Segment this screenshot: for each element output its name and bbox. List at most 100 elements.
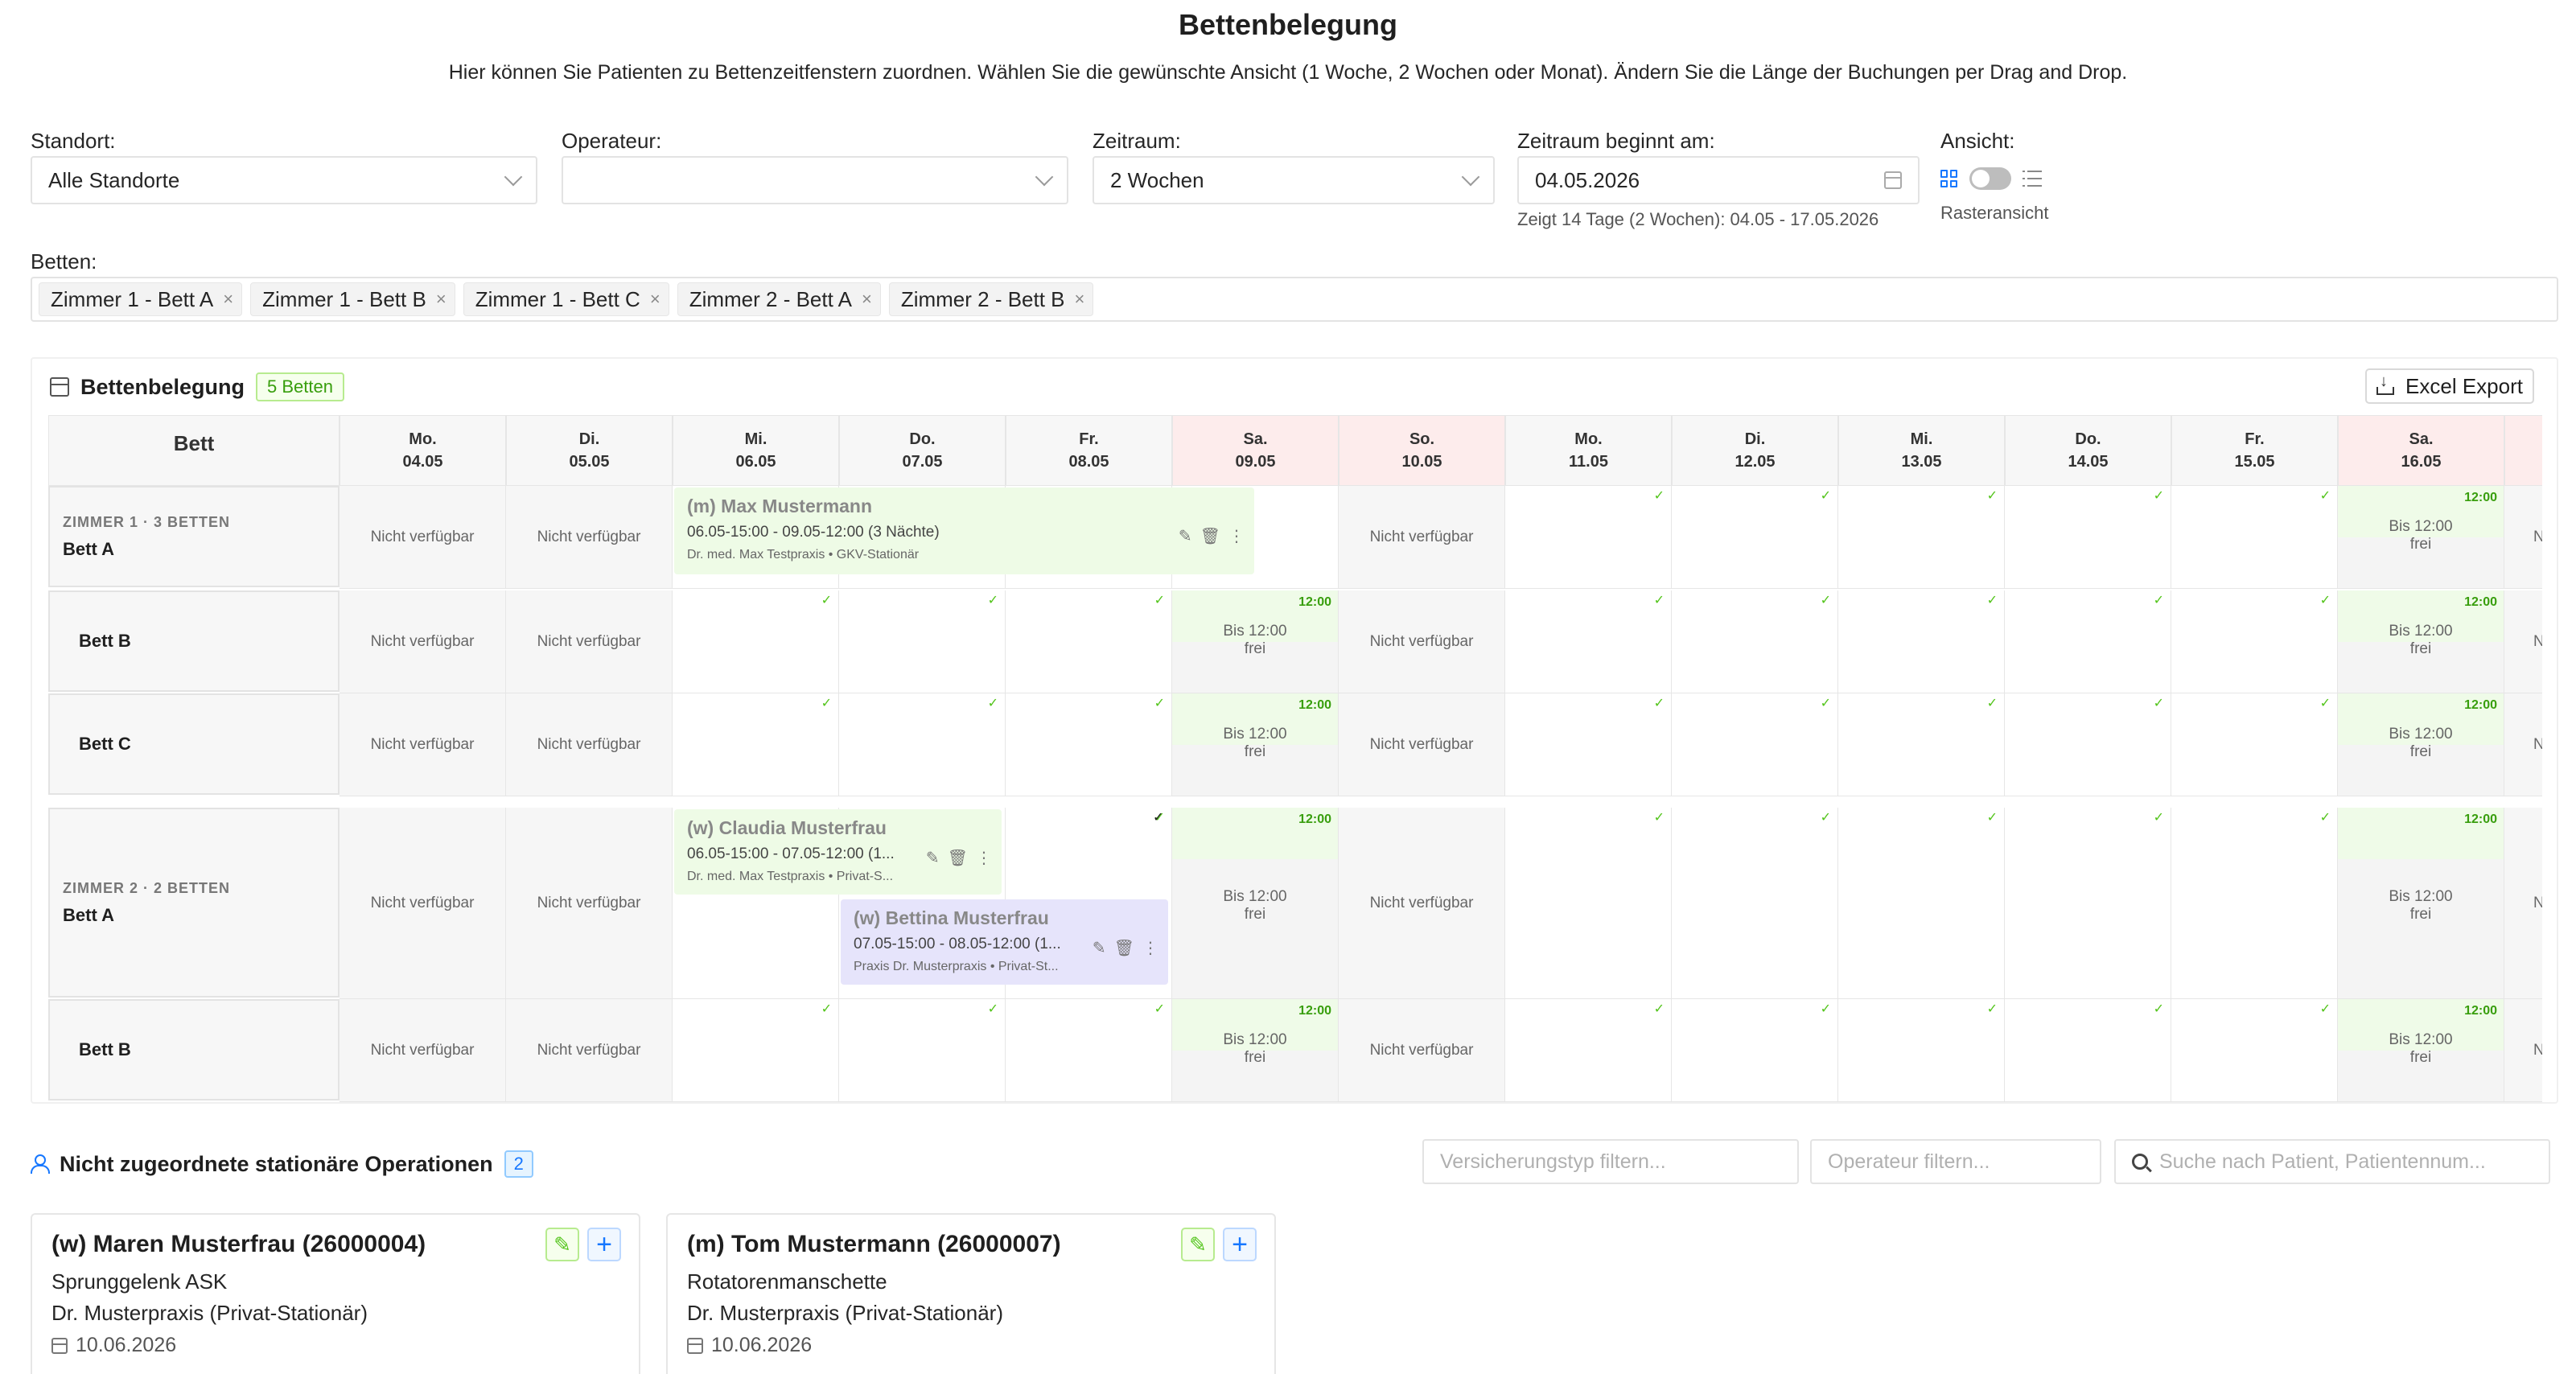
check-icon: ✓ <box>1153 811 1164 825</box>
free-slot[interactable]: ✓ <box>1838 693 2005 796</box>
edit-button[interactable]: ✎ <box>1181 1228 1215 1261</box>
standort-select[interactable]: Alle Standorte <box>31 156 537 204</box>
free-slot[interactable]: ✓ <box>673 693 839 796</box>
free-slot[interactable]: ✓ <box>1672 486 1838 589</box>
trash-icon[interactable]: 🗑 <box>1114 938 1134 958</box>
free-slot[interactable]: ✓ <box>1006 590 1172 693</box>
free-slot[interactable]: ✓ <box>1006 693 1172 796</box>
time-label: 12:00 <box>2464 812 2497 826</box>
free-slot[interactable]: ✓ <box>2005 693 2171 796</box>
operator-filter-input[interactable]: Operateur filtern... <box>1810 1139 2101 1184</box>
free-slot[interactable]: ✓ <box>1838 486 2005 589</box>
free-slot[interactable]: ✓ <box>1006 999 1172 1102</box>
trash-icon[interactable]: 🗑 <box>948 848 968 868</box>
close-icon[interactable]: × <box>223 289 233 310</box>
unavailable-slot: N <box>2504 590 2542 693</box>
add-button[interactable]: + <box>587 1228 621 1261</box>
free-slot[interactable]: ✓ <box>839 590 1006 693</box>
half-free-slot[interactable]: 12:00 Bis 12:00 frei <box>2338 486 2504 589</box>
free-slot[interactable]: ✓ <box>1672 693 1838 796</box>
free-label: frei <box>1244 1049 1266 1066</box>
edit-icon: ✎ <box>1189 1232 1207 1257</box>
free-slot[interactable]: ✓ <box>1672 590 1838 693</box>
excel-export-button[interactable]: Excel Export <box>2365 368 2534 404</box>
plus-icon: + <box>596 1228 612 1260</box>
free-slot[interactable]: ✓ <box>2005 808 2171 999</box>
time-label: 12:00 <box>1298 698 1331 712</box>
bed-row-label: Bett B <box>48 999 339 1100</box>
free-slot[interactable]: ✓ <box>2171 999 2338 1102</box>
check-icon: ✓ <box>1986 697 1998 710</box>
operateur-label: Operateur: <box>562 129 662 153</box>
unavailable-slot: Nicht verfügbar <box>1339 486 1505 589</box>
free-slot[interactable]: ✓ <box>2005 999 2171 1102</box>
chevron-down-icon <box>504 167 523 187</box>
edit-icon[interactable]: ✎ <box>1093 938 1106 958</box>
half-free-slot[interactable]: 12:00 Bis 12:00 frei <box>1172 999 1339 1102</box>
free-slot[interactable]: ✓ <box>2005 486 2171 589</box>
more-icon[interactable]: ⋮ <box>976 848 992 868</box>
list-view-icon[interactable] <box>2023 171 2042 187</box>
close-icon[interactable]: × <box>650 289 660 310</box>
booking-card[interactable]: (w) Bettina Musterfrau 07.05-15:00 - 08.0… <box>841 899 1168 985</box>
booking-card[interactable]: (w) Claudia Musterfrau 06.05-15:00 - 07.0… <box>674 809 1002 895</box>
free-slot[interactable]: ✓ <box>1838 999 2005 1102</box>
add-button[interactable]: + <box>1223 1228 1257 1261</box>
free-slot[interactable]: ✓ <box>839 693 1006 796</box>
close-icon[interactable]: × <box>862 289 872 310</box>
more-icon[interactable]: ⋮ <box>1228 526 1245 546</box>
patient-search-input[interactable]: Suche nach Patient, Patientennum... <box>2114 1139 2550 1184</box>
free-slot[interactable]: ✓ <box>1505 808 1672 999</box>
close-icon[interactable]: × <box>1075 289 1085 310</box>
half-free-slot[interactable]: 12:00 Bis 12:00 frei <box>2338 693 2504 796</box>
free-slot[interactable]: ✓ <box>2171 693 2338 796</box>
half-free-slot[interactable]: 12:00 Bis 12:00 frei <box>2338 808 2504 999</box>
beginn-date-picker[interactable]: 04.05.2026 <box>1517 156 1920 204</box>
free-slot[interactable]: ✓ <box>1672 999 1838 1102</box>
free-slot[interactable]: ✓ <box>1672 808 1838 999</box>
day-header-date: 06.05 <box>735 453 776 471</box>
free-slot[interactable]: ✓ <box>673 999 839 1102</box>
plus-icon: + <box>1232 1228 1248 1260</box>
half-free-slot[interactable]: 12:00 Bis 12:00 frei <box>2338 590 2504 693</box>
half-free-slot[interactable]: 12:00 Bis 12:00 frei <box>1172 808 1339 999</box>
day-header: Di. 05.05 <box>506 415 673 486</box>
free-slot[interactable]: ✓ <box>2005 590 2171 693</box>
free-slot[interactable]: ✓ <box>1505 486 1672 589</box>
more-icon[interactable]: ⋮ <box>1142 938 1158 958</box>
day-header-weekday: Fr. <box>2245 430 2265 448</box>
edit-button[interactable]: ✎ <box>545 1228 579 1261</box>
view-toggle[interactable] <box>1969 167 2011 190</box>
free-slot[interactable]: ✓ <box>2171 808 2338 999</box>
unassigned-op-card[interactable]: (m) Tom Mustermann (26000007) ✎ + Rotato… <box>666 1213 1276 1374</box>
free-slot[interactable]: ✓ <box>1505 693 1672 796</box>
trash-icon[interactable]: 🗑 <box>1200 526 1220 546</box>
insurance-filter-input[interactable]: Versicherungstyp filtern... <box>1422 1139 1799 1184</box>
grid-view-icon[interactable] <box>1940 170 1958 187</box>
zeitraum-select[interactable]: 2 Wochen <box>1093 156 1495 204</box>
free-slot[interactable]: ✓ <box>1505 999 1672 1102</box>
close-icon[interactable]: × <box>436 289 446 310</box>
operateur-select[interactable] <box>562 156 1068 204</box>
unavailable-label: Nicht verfügbar <box>370 528 475 545</box>
edit-icon[interactable]: ✎ <box>1179 526 1192 546</box>
free-slot[interactable]: ✓ <box>839 999 1006 1102</box>
free-slot[interactable]: ✓ <box>1838 808 2005 999</box>
op-card-practice: Dr. Musterpraxis (Privat-Stationär) <box>687 1301 1003 1325</box>
free-slot[interactable]: ✓ <box>673 590 839 693</box>
insurance-filter-placeholder: Versicherungstyp filtern... <box>1440 1150 1666 1173</box>
free-slot[interactable]: ✓ <box>1838 590 2005 693</box>
half-free-slot[interactable]: 12:00 Bis 12:00 frei <box>1172 590 1339 693</box>
booking-card[interactable]: (m) Max Mustermann 06.05-15:00 - 09.05-12… <box>674 487 1254 574</box>
half-free-slot[interactable]: 12:00 Bis 12:00 frei <box>2338 999 2504 1102</box>
half-free-slot[interactable]: 12:00 Bis 12:00 frei <box>1172 693 1339 796</box>
free-slot[interactable]: ✓ <box>2171 486 2338 589</box>
day-header-weekday: Fr. <box>1079 430 1099 448</box>
unassigned-header: Nicht zugeordnete stationäre Operationen… <box>31 1150 533 1178</box>
check-icon: ✓ <box>1653 1002 1665 1016</box>
free-slot[interactable]: ✓ <box>1505 590 1672 693</box>
unassigned-op-card[interactable]: (w) Maren Musterfrau (26000004) ✎ + Spru… <box>31 1213 640 1374</box>
edit-icon[interactable]: ✎ <box>926 848 940 868</box>
betten-multiselect[interactable]: Zimmer 1 - Bett A × Zimmer 1 - Bett B × Zi… <box>31 277 2558 322</box>
free-slot[interactable]: ✓ <box>2171 590 2338 693</box>
